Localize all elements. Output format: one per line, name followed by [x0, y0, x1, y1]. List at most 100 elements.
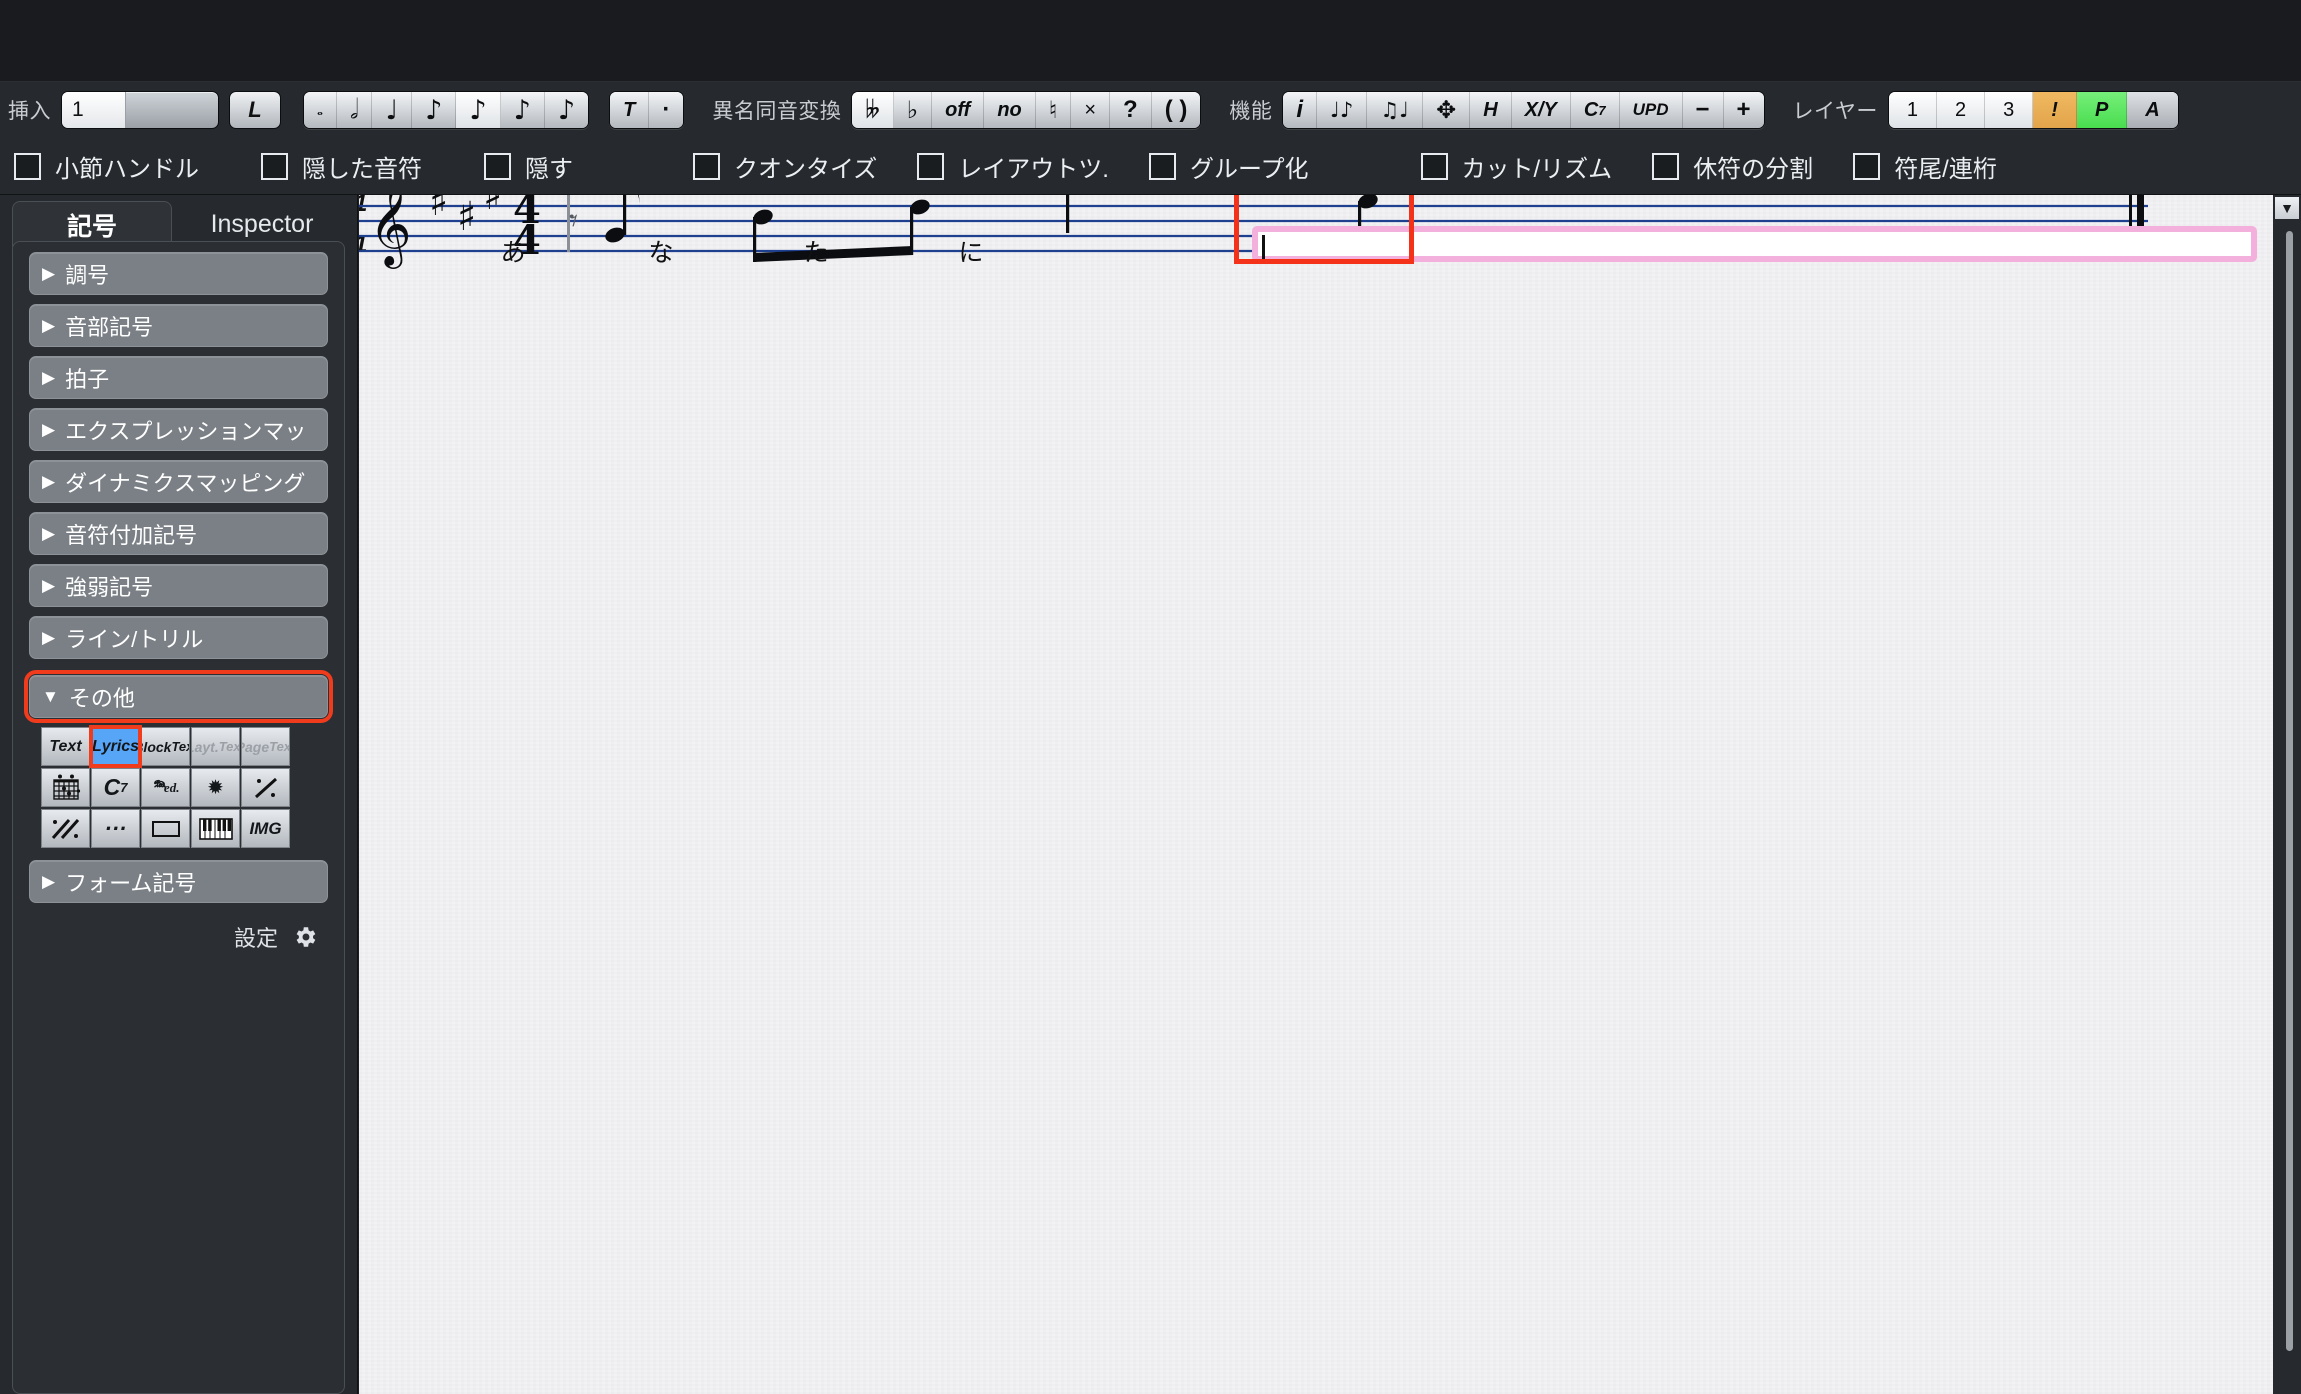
lyric-4[interactable]: に	[958, 233, 983, 269]
keyboard-diagram-icon[interactable]	[191, 809, 240, 848]
measure-number-stepper[interactable]: 1	[61, 91, 219, 129]
checkbox-grouping[interactable]: グループ化	[1148, 149, 1309, 184]
palette-time-signature[interactable]: ▶ 拍子	[29, 356, 328, 399]
xy-tool-button[interactable]: X/Y	[1511, 92, 1571, 128]
h-tool-button[interactable]: H	[1470, 92, 1512, 128]
checkbox-hide[interactable]: 隠す	[484, 149, 573, 184]
palette-lines-trills[interactable]: ▶ ライン/トリル	[29, 616, 328, 659]
upd-button[interactable]: UPD	[1619, 92, 1683, 128]
lyric-2[interactable]: な	[648, 233, 673, 269]
layer-2-button[interactable]: 2	[1937, 92, 1986, 128]
palette-item-lyrics[interactable]: Lyrics	[89, 725, 142, 768]
question-button[interactable]: ?	[1110, 92, 1152, 128]
palette-dynamics[interactable]: ▶ 強弱記号	[29, 564, 328, 607]
checkbox-quantize[interactable]: クオンタイズ	[693, 149, 877, 184]
lyric-1[interactable]: あ	[500, 233, 525, 269]
palette-item-pedal-mark[interactable]: 𝆮 ed.	[141, 768, 190, 807]
duration-quarter-note[interactable]: ♩	[372, 92, 413, 128]
key-sharp-1[interactable]: ♯	[429, 195, 448, 225]
duration-sixteenth-note[interactable]: ♪	[456, 92, 501, 128]
measure-number-input[interactable]: 1	[62, 92, 126, 128]
tuplet-group[interactable]: T ·	[609, 91, 685, 129]
note-4[interactable]	[1064, 195, 1088, 233]
plus-button[interactable]: +	[1723, 92, 1764, 128]
checkbox-hidden-notes[interactable]: 隠した音符	[261, 149, 422, 184]
hidden-notes-checkbox[interactable]	[261, 152, 288, 180]
double-flat-button[interactable]: 𝄫	[852, 92, 894, 128]
lyric-3[interactable]: た	[803, 233, 828, 269]
duration-sixtyfourth-note[interactable]: ♪	[544, 92, 589, 128]
parentheses-button[interactable]: ( )	[1151, 92, 1201, 128]
palette-other[interactable]: ▼ その他	[24, 670, 333, 723]
layer-group[interactable]: 1 2 3 ! P A	[1887, 91, 2179, 129]
one-bar-repeat-icon[interactable]	[241, 768, 290, 807]
scrollbar-thumb[interactable]	[2286, 231, 2293, 1351]
duration-group[interactable]: 𝅝 𝅗𝅥 ♩ ♪ ♪ ♪ ♪	[303, 91, 590, 129]
palette-item-image[interactable]: IMG	[241, 809, 290, 848]
quantize-checkbox[interactable]	[693, 152, 720, 180]
chord-symbol-button[interactable]: C7	[1570, 92, 1620, 128]
palette-item-text[interactable]: Text	[41, 727, 90, 766]
checkbox-stem-beam[interactable]: 符尾/連桁	[1853, 149, 1997, 184]
palette-expression-map[interactable]: ▶ エクスプレッションマッ	[29, 408, 328, 451]
palette-item-asterisk[interactable]: ✹	[191, 768, 240, 807]
function-group[interactable]: i ♩♪ ♫♩ ✥ H X/Y C7 UPD − +	[1282, 91, 1765, 129]
measure-handle-checkbox[interactable]	[14, 152, 41, 180]
cut-rhythm-checkbox[interactable]	[1420, 152, 1448, 180]
palette-item-more[interactable]: ···	[91, 809, 140, 848]
no-button[interactable]: no	[984, 92, 1036, 128]
off-button[interactable]: off	[932, 92, 985, 128]
layer-p-button[interactable]: P	[2076, 92, 2128, 128]
palette-note-attached-symbols[interactable]: ▶ 音符付加記号	[29, 512, 328, 555]
palette-item-layout-text[interactable]: Layt.Text	[191, 727, 240, 766]
scroll-down-icon[interactable]: ▼	[2275, 197, 2299, 219]
duration-thirtysecond-note[interactable]: ♪	[500, 92, 545, 128]
double-sharp-button[interactable]: ×	[1071, 92, 1111, 128]
checkbox-layout-tool[interactable]: レイアウトツ.	[917, 149, 1109, 184]
grouping-checkbox[interactable]	[1148, 152, 1176, 180]
beams-icon[interactable]: ♫♩	[1367, 92, 1424, 128]
checkbox-cut-rhythm[interactable]: カット/リズム	[1420, 149, 1612, 184]
palette-clef[interactable]: ▶ 音部記号	[29, 304, 328, 347]
checkbox-split-rest[interactable]: 休符の分割	[1652, 149, 1813, 184]
treble-clef-icon[interactable]: 𝄞	[369, 195, 412, 269]
key-sharp-3[interactable]: ♯	[483, 195, 502, 219]
checkbox-measure-handle[interactable]: 小節ハンドル	[14, 149, 199, 184]
note-stems-icon[interactable]: ♩♪	[1317, 92, 1368, 128]
tuplet-button[interactable]: T	[610, 92, 650, 128]
two-bar-repeat-icon[interactable]	[41, 809, 90, 848]
palette-key-signature[interactable]: ▶ 調号	[29, 252, 328, 295]
split-rest-checkbox[interactable]	[1652, 152, 1680, 180]
layer-1-button[interactable]: 1	[1888, 92, 1938, 128]
natural-button[interactable]: ♮	[1035, 92, 1072, 128]
score-canvas[interactable]: 1 1 𝄞 ♯ ♯ ♯ 4 4 𝄾	[359, 195, 2301, 1394]
layer-3-button[interactable]: 3	[1985, 92, 2034, 128]
palette-item-chord-symbol[interactable]: C7	[91, 768, 140, 807]
palette-dynamics-mapping[interactable]: ▶ ダイナミクスマッピング	[29, 460, 328, 503]
stem-beam-checkbox[interactable]	[1853, 152, 1881, 180]
palette-item-block-text[interactable]: BlockText	[141, 727, 190, 766]
layer-alert-button[interactable]: !	[2033, 92, 2077, 128]
duration-half-note[interactable]: 𝅗𝅥	[336, 92, 373, 128]
guitar-chord-diagram-icon[interactable]	[41, 768, 90, 807]
gear-icon[interactable]	[292, 924, 318, 950]
layout-tool-checkbox[interactable]	[917, 152, 945, 180]
enharmonic-group[interactable]: 𝄫 ♭ off no ♮ × ? ( )	[851, 91, 1202, 129]
duration-eighth-note[interactable]: ♪	[412, 92, 457, 128]
key-sharp-2[interactable]: ♯	[457, 195, 476, 240]
duration-whole-note[interactable]: 𝅝	[304, 92, 337, 128]
palette-item-page-text[interactable]: PageText	[241, 727, 290, 766]
box-frame-icon[interactable]	[141, 809, 190, 848]
move-icon[interactable]: ✥	[1423, 92, 1471, 128]
hide-checkbox[interactable]	[484, 152, 511, 180]
minus-button[interactable]: −	[1682, 92, 1724, 128]
l-button[interactable]: L	[229, 91, 281, 129]
vertical-scrollbar[interactable]: ▼	[2273, 195, 2301, 1394]
layer-a-button[interactable]: A	[2127, 92, 2178, 128]
palette-form-symbols[interactable]: ▶ フォーム記号	[29, 860, 328, 903]
flat-button[interactable]: ♭	[893, 92, 933, 128]
settings-row[interactable]: 設定	[13, 921, 318, 953]
eighth-rest[interactable]: 𝄾	[569, 201, 578, 241]
info-icon[interactable]: i	[1283, 92, 1318, 128]
dot-button[interactable]: ·	[649, 92, 684, 128]
